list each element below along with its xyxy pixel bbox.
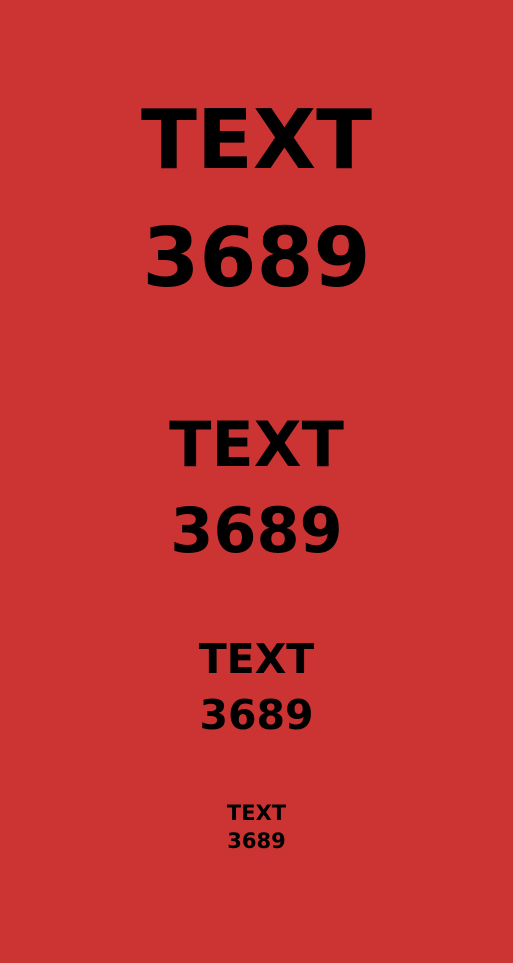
text-group-large: TEXT 3689 bbox=[0, 402, 513, 574]
text-group-extra-large: TEXT 3689 bbox=[0, 82, 513, 318]
number-label: 3689 bbox=[199, 691, 314, 739]
word-label: TEXT bbox=[169, 408, 344, 481]
number-label: 3689 bbox=[227, 829, 286, 853]
text-group-small: TEXT 3689 bbox=[0, 799, 513, 855]
number-label: 3689 bbox=[142, 211, 371, 306]
screen: { "background_color": "#cc3333", "text_c… bbox=[0, 0, 513, 963]
word-label: TEXT bbox=[140, 93, 373, 188]
word-label: TEXT bbox=[226, 801, 287, 825]
text-group-medium: TEXT 3689 bbox=[0, 631, 513, 743]
number-label: 3689 bbox=[170, 494, 343, 567]
word-label: TEXT bbox=[198, 635, 315, 683]
